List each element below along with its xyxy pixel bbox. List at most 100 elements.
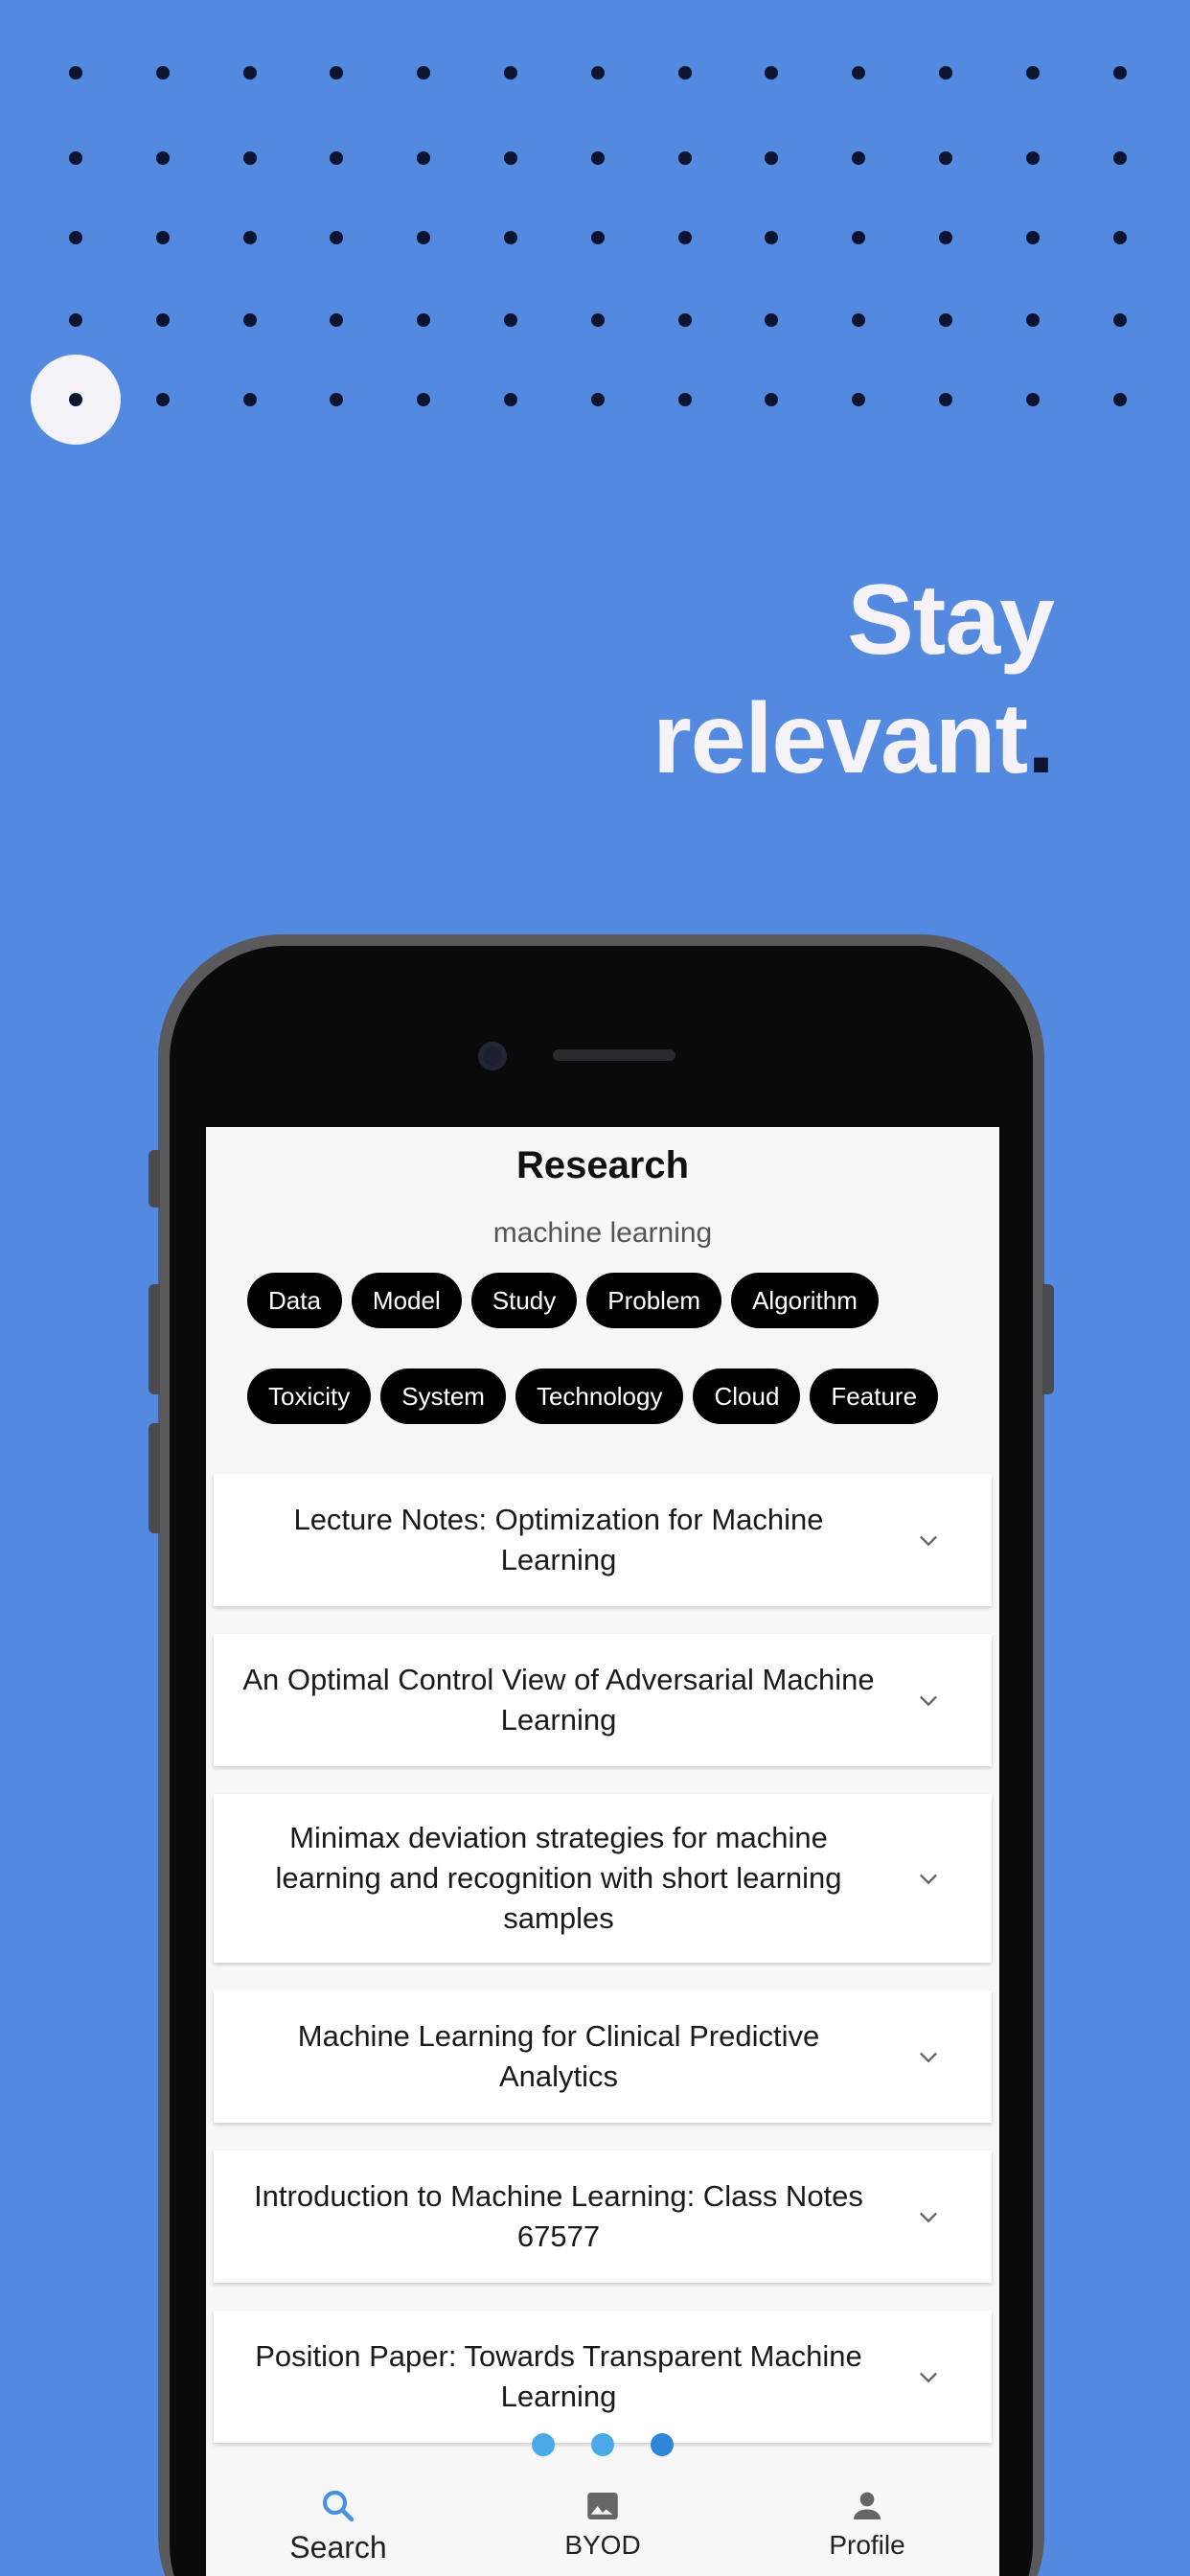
tab-label: BYOD: [564, 2530, 641, 2560]
result-card[interactable]: An Optimal Control View of Adversarial M…: [214, 1634, 992, 1766]
grid-dot: [330, 393, 344, 406]
grid-dot: [155, 231, 170, 244]
topic-chip[interactable]: Problem: [586, 1273, 722, 1328]
grid-dot: [852, 231, 866, 244]
grid-dot: [1112, 151, 1127, 165]
grid-dot: [330, 231, 344, 244]
grid-dot: [939, 66, 952, 80]
grid-dot: [69, 231, 82, 244]
bottom-tab-bar: Search BYOD Profile: [206, 2469, 999, 2576]
results-list: Lecture Notes: Optimization for Machine …: [214, 1474, 992, 2471]
image-icon: [587, 2493, 618, 2519]
topic-chip[interactable]: Feature: [810, 1368, 939, 1424]
result-title: Lecture Notes: Optimization for Machine …: [293, 1503, 824, 1576]
headline-line2: relevant: [652, 683, 1028, 794]
grid-dot: [765, 66, 779, 80]
result-card[interactable]: Introduction to Machine Learning: Class …: [214, 2150, 992, 2283]
grid-dot: [939, 393, 952, 406]
grid-dot: [590, 231, 605, 244]
grid-dot: [330, 66, 344, 80]
person-icon: [854, 2492, 881, 2519]
result-title: Introduction to Machine Learning: Class …: [254, 2179, 863, 2253]
grid-dot: [590, 66, 605, 80]
topic-chip[interactable]: Data: [247, 1273, 342, 1328]
front-camera: [478, 1042, 507, 1070]
grid-dot: [677, 151, 692, 165]
grid-dot: [1112, 313, 1127, 327]
grid-dot: [1112, 231, 1127, 244]
grid-dot: [504, 151, 517, 165]
page-title: Research: [515, 1144, 690, 1186]
result-card[interactable]: Machine Learning for Clinical Predictive…: [214, 1990, 992, 2123]
grid-dot: [504, 313, 517, 327]
grid-dot: [590, 393, 605, 406]
topic-chip[interactable]: System: [380, 1368, 506, 1424]
topic-chips-row-2: Toxicity System Technology Cloud Feature: [247, 1368, 939, 1424]
grid-dot: [417, 66, 431, 80]
chevron-down-icon[interactable]: [915, 1865, 942, 1892]
grid-dot: [504, 393, 517, 406]
chevron-down-icon[interactable]: [915, 2363, 942, 2390]
grid-dot: [852, 313, 866, 327]
grid-dot: [765, 231, 779, 244]
result-card[interactable]: Minimax deviation strategies for machine…: [214, 1794, 992, 1963]
grid-dot: [155, 393, 170, 406]
result-card[interactable]: Lecture Notes: Optimization for Machine …: [214, 1474, 992, 1606]
grid-dot: [939, 313, 952, 327]
grid-dot: [852, 66, 866, 80]
grid-dot: [242, 231, 257, 244]
chevron-down-icon[interactable]: [915, 2043, 942, 2070]
grid-dot: [69, 151, 82, 165]
result-title: An Optimal Control View of Adversarial M…: [242, 1663, 875, 1736]
grid-dot: [677, 231, 692, 244]
grid-dot: [242, 66, 257, 80]
page-dot[interactable]: [591, 2433, 614, 2456]
tab-profile[interactable]: Profile: [735, 2469, 999, 2576]
page-dot[interactable]: [532, 2433, 555, 2456]
topic-chip[interactable]: Cloud: [693, 1368, 801, 1424]
chevron-down-icon[interactable]: [915, 2203, 942, 2230]
result-card[interactable]: Position Paper: Towards Transparent Mach…: [214, 2311, 992, 2443]
grid-dot: [677, 393, 692, 406]
result-title: Position Paper: Towards Transparent Mach…: [255, 2339, 862, 2413]
grid-dot: [1025, 151, 1040, 165]
grid-dot: [417, 151, 431, 165]
grid-dot: [852, 393, 866, 406]
tab-label: Profile: [829, 2530, 905, 2560]
chevron-down-icon[interactable]: [915, 1527, 942, 1553]
phone-volume-up: [149, 1284, 160, 1394]
phone-mute-switch: [149, 1150, 160, 1208]
tab-search[interactable]: Search: [206, 2469, 470, 2576]
grid-dot: [69, 313, 82, 327]
phone-power-button: [1042, 1284, 1054, 1394]
grid-dot: [155, 66, 170, 80]
grid-dot: [939, 231, 952, 244]
app-screen: Research machine learning Data Model Stu…: [206, 1127, 999, 2576]
grid-dot: [417, 313, 431, 327]
phone-volume-down: [149, 1423, 160, 1533]
tab-byod[interactable]: BYOD: [470, 2469, 735, 2576]
grid-dot: [417, 393, 431, 406]
topic-chip[interactable]: Study: [470, 1273, 578, 1328]
topic-chip[interactable]: Algorithm: [731, 1273, 879, 1328]
grid-dot: [504, 66, 517, 80]
grid-dot: [69, 66, 82, 80]
grid-dot: [155, 151, 170, 165]
grid-dot: [765, 151, 779, 165]
grid-dot: [242, 151, 257, 165]
search-query[interactable]: machine learning: [206, 1217, 999, 1250]
grid-dot: [1112, 393, 1127, 406]
dot-grid-decoration: [0, 0, 1190, 460]
chevron-down-icon[interactable]: [915, 1687, 942, 1714]
grid-dot: [1112, 66, 1127, 80]
result-title: Machine Learning for Clinical Predictive…: [297, 2019, 820, 2093]
grid-dot: [242, 393, 257, 406]
page-dot-active[interactable]: [651, 2433, 674, 2456]
search-icon: [322, 2490, 355, 2522]
topic-chip[interactable]: Model: [351, 1273, 462, 1328]
grid-dot: [504, 231, 517, 244]
grid-dot: [330, 313, 344, 327]
topic-chip[interactable]: Technology: [515, 1368, 684, 1424]
topic-chip[interactable]: Toxicity: [247, 1368, 372, 1424]
topic-chips-row-1: Data Model Study Problem Algorithm: [247, 1273, 879, 1328]
